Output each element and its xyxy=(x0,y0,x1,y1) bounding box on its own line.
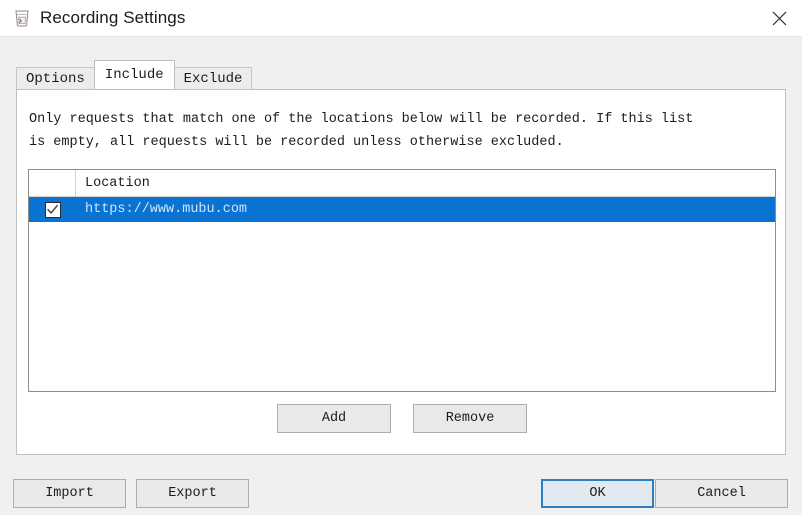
row-checkbox-cell[interactable] xyxy=(29,201,76,218)
tab-strip: Options Include Exclude xyxy=(16,60,253,89)
app-glass-icon xyxy=(15,10,29,27)
list-actions: Add Remove xyxy=(17,404,787,433)
tab-include[interactable]: Include xyxy=(93,60,175,89)
add-button[interactable]: Add xyxy=(277,404,391,433)
row-location-value[interactable]: https://www.mubu.com xyxy=(76,202,775,217)
table-body: https://www.mubu.com xyxy=(29,197,775,222)
remove-button[interactable]: Remove xyxy=(413,404,527,433)
title-bar: Recording Settings xyxy=(0,0,802,37)
table-header-checkbox-column xyxy=(29,170,76,196)
include-tab-panel: Only requests that match one of the loca… xyxy=(16,89,786,455)
ok-button[interactable]: OK xyxy=(541,479,654,508)
locations-table: Location https://www.mubu.com xyxy=(28,169,776,392)
checkbox-checked-icon[interactable] xyxy=(44,201,61,218)
dialog-footer: Import Export OK Cancel xyxy=(0,471,802,515)
tab-exclude[interactable]: Exclude xyxy=(173,67,253,89)
import-button[interactable]: Import xyxy=(13,479,126,508)
panel-description: Only requests that match one of the loca… xyxy=(29,112,694,150)
window-title: Recording Settings xyxy=(40,8,186,27)
tab-options[interactable]: Options xyxy=(16,67,95,89)
cancel-button[interactable]: Cancel xyxy=(655,479,788,508)
close-icon[interactable] xyxy=(756,0,802,36)
export-button[interactable]: Export xyxy=(136,479,249,508)
table-header-location: Location xyxy=(85,175,150,191)
table-row[interactable]: https://www.mubu.com xyxy=(29,197,775,222)
table-header-row: Location xyxy=(29,170,775,197)
